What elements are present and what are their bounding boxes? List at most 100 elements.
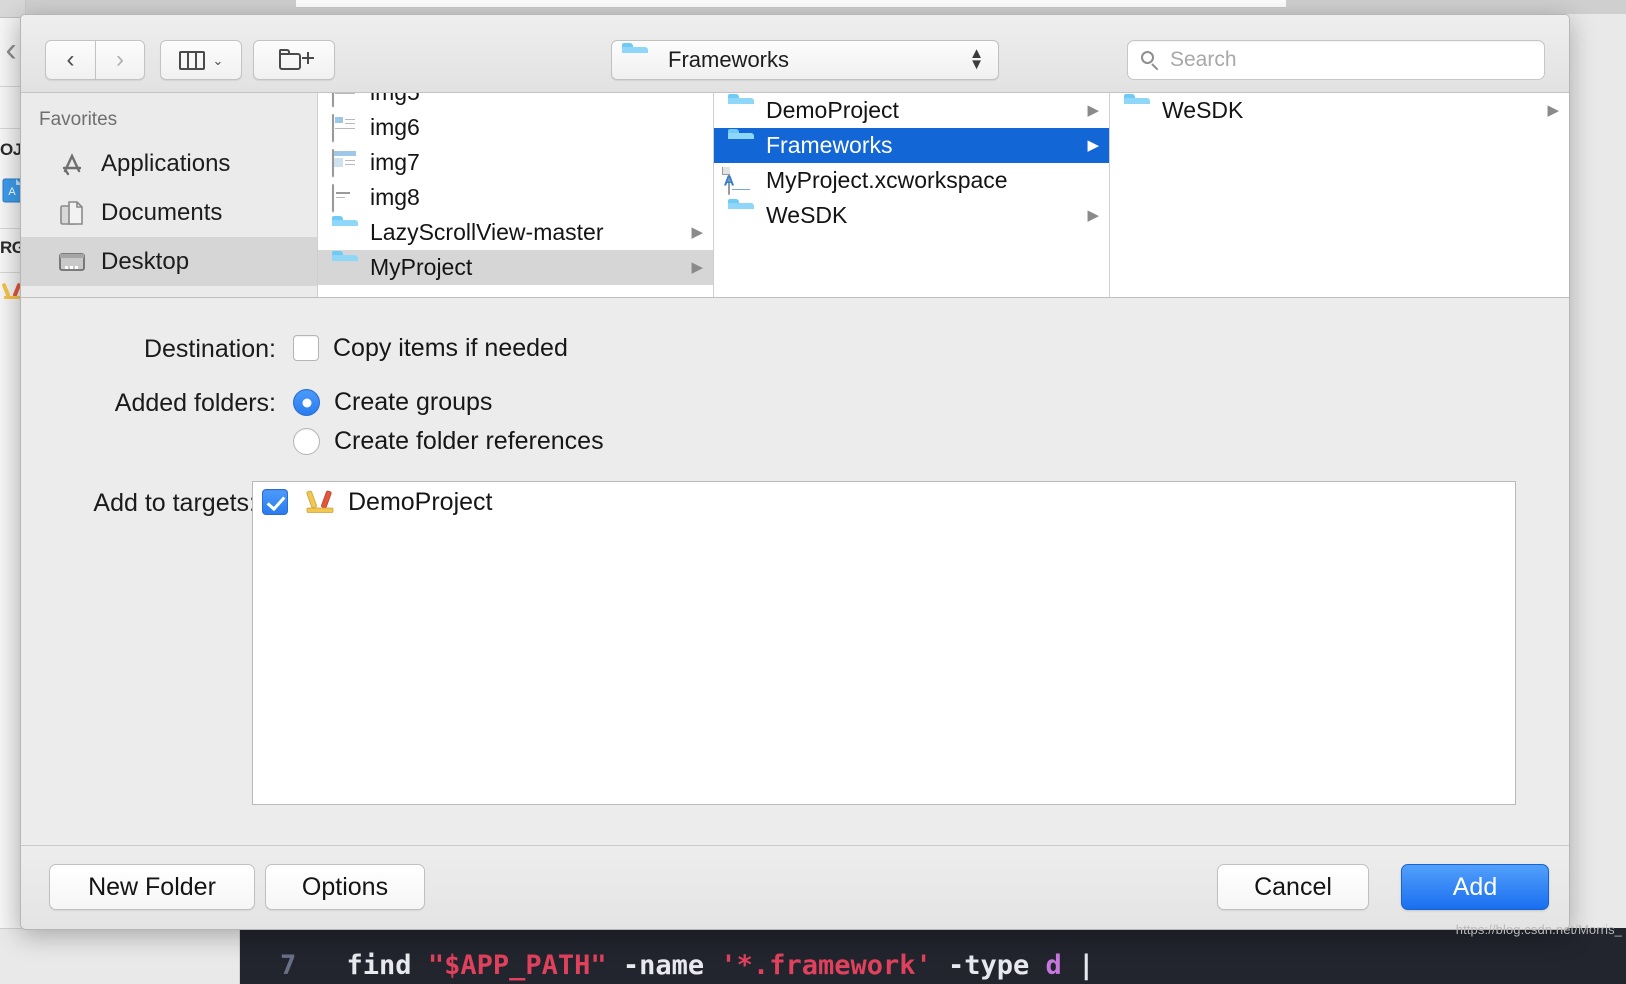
- sidebar-item-desktop[interactable]: Desktop: [21, 237, 317, 286]
- added-folders-label: Added folders:: [114, 389, 276, 417]
- options-button[interactable]: Options: [265, 864, 425, 910]
- browser-column-2[interactable]: DemoProject ▶ Frameworks ▶ A MyProject.x…: [714, 93, 1110, 297]
- disclosure-arrow-icon: ▶: [1547, 102, 1559, 119]
- folder-icon: [728, 203, 754, 229]
- sidebar-item-label: Documents: [101, 198, 223, 226]
- list-item-label: img8: [370, 184, 420, 210]
- folder-icon: [332, 220, 358, 246]
- target-label: DemoProject: [348, 487, 493, 516]
- terminal-token-6: |: [1061, 950, 1095, 981]
- folder-icon: [622, 47, 648, 73]
- sidebar-item-label: Desktop: [101, 247, 190, 275]
- disclosure-arrow-icon: ▶: [691, 224, 703, 241]
- add-files-dialog: ‹ › ⌄ Frameworks ▲ ▼ Search Favorites Ap…: [20, 14, 1570, 930]
- target-list-item[interactable]: DemoProject: [253, 482, 1515, 522]
- disclosure-arrow-icon: ▶: [1087, 102, 1099, 119]
- applications-icon: [57, 149, 87, 179]
- list-item-selected[interactable]: Frameworks ▶: [714, 128, 1109, 163]
- search-icon: [1140, 50, 1160, 71]
- file-preview-icon: [332, 148, 358, 177]
- stepper-icon: ▲ ▼: [969, 46, 984, 73]
- monitor-glyph: [59, 252, 85, 271]
- destination-row: Destination: Copy items if needed: [106, 335, 1406, 364]
- create-groups-radio[interactable]: [293, 389, 320, 416]
- copy-items-label: Copy items if needed: [333, 334, 568, 362]
- watermark: https://blog.csdn.net/Morris_: [1455, 922, 1622, 937]
- options-pane: Destination: Copy items if needed Added …: [21, 298, 1569, 846]
- list-item[interactable]: img8: [318, 180, 713, 215]
- file-browser: Favorites Applications Documents Desktop…: [21, 93, 1569, 298]
- targets-list[interactable]: DemoProject: [252, 481, 1516, 805]
- new-folder-button[interactable]: New Folder: [49, 864, 255, 910]
- list-item[interactable]: img5: [318, 93, 713, 110]
- column-view-icon: [178, 50, 205, 70]
- terminal-line-number: 7: [280, 950, 297, 981]
- stacked-documents-glyph: [60, 200, 83, 225]
- list-item-label: WeSDK: [766, 202, 848, 228]
- list-item-label: WeSDK: [1162, 97, 1244, 123]
- list-item[interactable]: MyProject ▶: [318, 250, 713, 285]
- list-item[interactable]: LazyScrollView-master ▶: [318, 215, 713, 250]
- create-folder-references-label: Create folder references: [334, 427, 604, 455]
- target-checkbox[interactable]: [262, 489, 288, 515]
- chevron-left-icon: ‹: [66, 46, 75, 73]
- add-to-targets-label: Add to targets:: [93, 489, 256, 517]
- added-folders-row: Added folders: Create groups Create fold…: [76, 389, 1376, 455]
- chevron-down-icon: ⌄: [212, 52, 224, 68]
- folder-icon: [332, 255, 358, 281]
- terminal-token-0: find: [346, 950, 428, 981]
- new-folder-icon: [279, 48, 314, 72]
- create-groups-label: Create groups: [334, 388, 493, 416]
- list-item[interactable]: WeSDK ▶: [714, 198, 1109, 233]
- path-popup-button[interactable]: Frameworks ▲ ▼: [611, 40, 999, 80]
- list-item[interactable]: img7: [318, 145, 713, 180]
- xcworkspace-icon: A: [722, 166, 754, 195]
- back-button[interactable]: ‹: [45, 40, 95, 80]
- stepper-down-icon: ▼: [969, 56, 984, 73]
- documents-icon: [57, 198, 87, 228]
- folder-icon: [728, 133, 754, 159]
- list-item-label: Frameworks: [766, 132, 893, 158]
- background-bottom-left-strip: [0, 928, 240, 984]
- list-item-label: LazyScrollView-master: [370, 219, 604, 245]
- disclosure-arrow-icon: ▶: [691, 259, 703, 276]
- sidebar-item-applications[interactable]: Applications: [21, 139, 317, 188]
- copy-items-checkbox[interactable]: [293, 335, 319, 361]
- create-folder-references-radio[interactable]: [293, 428, 320, 455]
- background-window-titlebar: [296, 0, 1286, 8]
- hammer-ruler-glyph: [306, 490, 334, 513]
- browser-column-1[interactable]: img5 img6 img7: [318, 93, 714, 297]
- folder-icon: [1124, 98, 1150, 124]
- path-popup-label: Frameworks: [668, 47, 790, 72]
- sidebar-item-label: Applications: [101, 149, 231, 177]
- list-item-label: img6: [370, 114, 420, 140]
- svg-text:A: A: [8, 186, 16, 198]
- disclosure-arrow-icon: ▶: [1087, 137, 1099, 154]
- search-field[interactable]: [1127, 40, 1545, 80]
- new-folder-toolbar-button[interactable]: [253, 40, 335, 80]
- add-button[interactable]: Add: [1401, 864, 1549, 910]
- disclosure-arrow-icon: ▶: [1087, 207, 1099, 224]
- list-item-label: img7: [370, 149, 420, 175]
- sidebar-section-favorites: Favorites: [39, 109, 118, 130]
- sidebar: Favorites Applications Documents Desktop: [21, 93, 318, 297]
- browser-column-3[interactable]: WeSDK ▶: [1110, 93, 1569, 297]
- list-item[interactable]: A MyProject.xcworkspace: [714, 163, 1109, 198]
- terminal-token-4: -type: [931, 950, 1046, 981]
- terminal-token-2: -name: [606, 950, 721, 981]
- view-mode-button[interactable]: ⌄: [160, 40, 242, 80]
- list-item-label: MyProject.xcworkspace: [766, 167, 1008, 193]
- sidebar-item-documents[interactable]: Documents: [21, 188, 317, 237]
- list-item-label: MyProject: [370, 254, 473, 280]
- forward-button[interactable]: ›: [95, 40, 145, 80]
- dialog-bottom-bar: New Folder Options Cancel Add: [21, 845, 1569, 929]
- list-item[interactable]: DemoProject ▶: [714, 93, 1109, 128]
- app-store-a-glyph: [62, 152, 82, 175]
- xcode-target-icon: [304, 488, 336, 516]
- list-item[interactable]: WeSDK ▶: [1110, 93, 1569, 128]
- cancel-button[interactable]: Cancel: [1217, 864, 1369, 910]
- chevron-right-icon: ›: [116, 46, 124, 73]
- search-input[interactable]: [1170, 48, 1532, 72]
- file-preview-icon: [332, 183, 358, 212]
- list-item[interactable]: img6: [318, 110, 713, 145]
